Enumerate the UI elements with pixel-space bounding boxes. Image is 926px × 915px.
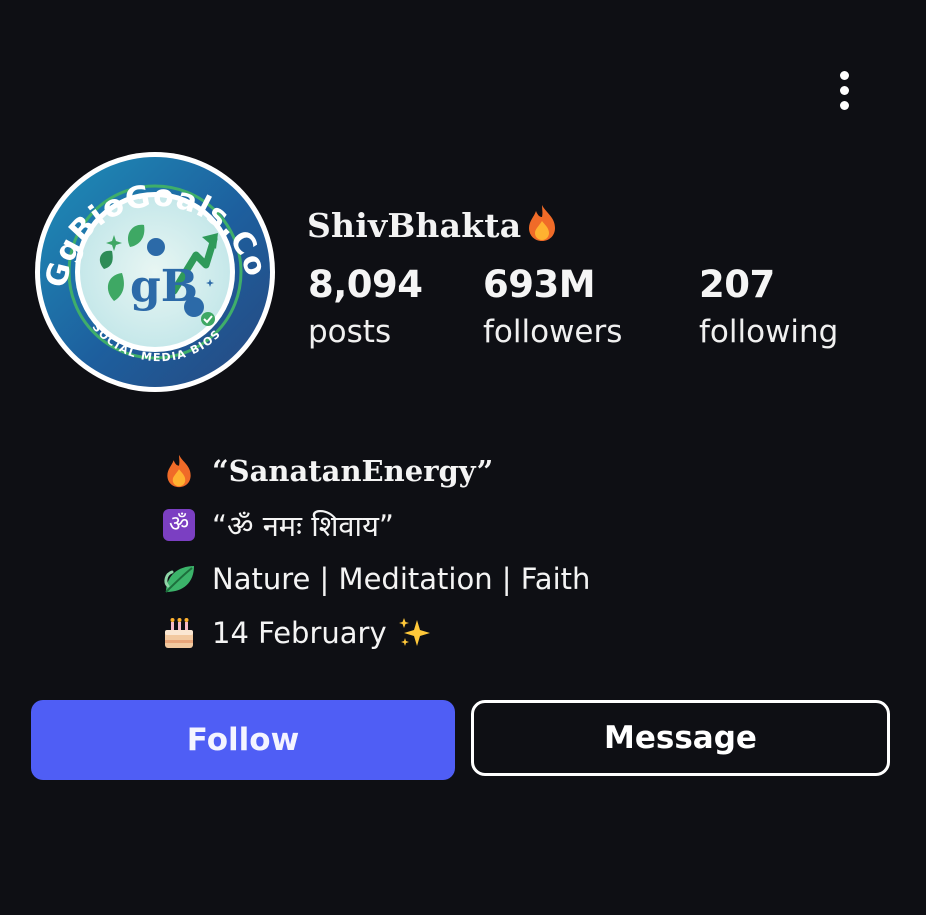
bio: “SanatanEnergy” ॐ “ॐ नमः शिवाय” Nature |… xyxy=(162,444,590,660)
followers-count: 693M xyxy=(483,263,596,306)
bio-interests: Nature | Meditation | Faith xyxy=(212,562,591,596)
following-count: 207 xyxy=(699,263,775,306)
bio-mantra: “ॐ नमः शिवाय” xyxy=(212,508,394,543)
posts-label: posts xyxy=(308,314,392,350)
username-row: ShivBhakta xyxy=(307,200,557,250)
following-label: following xyxy=(699,314,839,350)
fire-icon xyxy=(162,454,196,488)
username: ShivBhakta xyxy=(307,205,522,245)
avatar[interactable]: GgBioGoals.Com SOCIAL MEDIA BIOS gB xyxy=(34,151,276,393)
posts-count: 8,094 xyxy=(308,263,423,306)
follow-button[interactable]: Follow xyxy=(31,700,455,780)
menu-dot xyxy=(839,85,849,95)
om-icon: ॐ xyxy=(162,508,196,542)
bio-line: “SanatanEnergy” xyxy=(162,444,590,498)
bio-line: 14 February xyxy=(162,606,590,660)
posts-stat[interactable]: 8,094 posts xyxy=(308,262,423,354)
followers-label: followers xyxy=(483,314,623,350)
menu-dot xyxy=(839,100,849,110)
bio-tagline: “SanatanEnergy” xyxy=(212,454,494,488)
followers-stat[interactable]: 693M followers xyxy=(483,262,622,354)
sparkles-icon xyxy=(397,616,433,650)
bio-birthday: 14 February xyxy=(212,616,387,650)
message-button[interactable]: Message xyxy=(471,700,890,776)
bio-line: ॐ “ॐ नमः शिवाय” xyxy=(162,498,590,552)
avatar-logo: GgBioGoals.Com SOCIAL MEDIA BIOS gB xyxy=(34,151,275,392)
following-stat[interactable]: 207 following xyxy=(699,262,838,354)
more-options-button[interactable] xyxy=(826,64,862,116)
fire-icon xyxy=(527,204,557,246)
bio-line: Nature | Meditation | Faith xyxy=(162,552,590,606)
om-symbol: ॐ xyxy=(163,509,195,541)
more-vertical-icon xyxy=(839,70,849,80)
leaf-icon xyxy=(162,562,196,596)
cake-icon xyxy=(162,616,196,650)
